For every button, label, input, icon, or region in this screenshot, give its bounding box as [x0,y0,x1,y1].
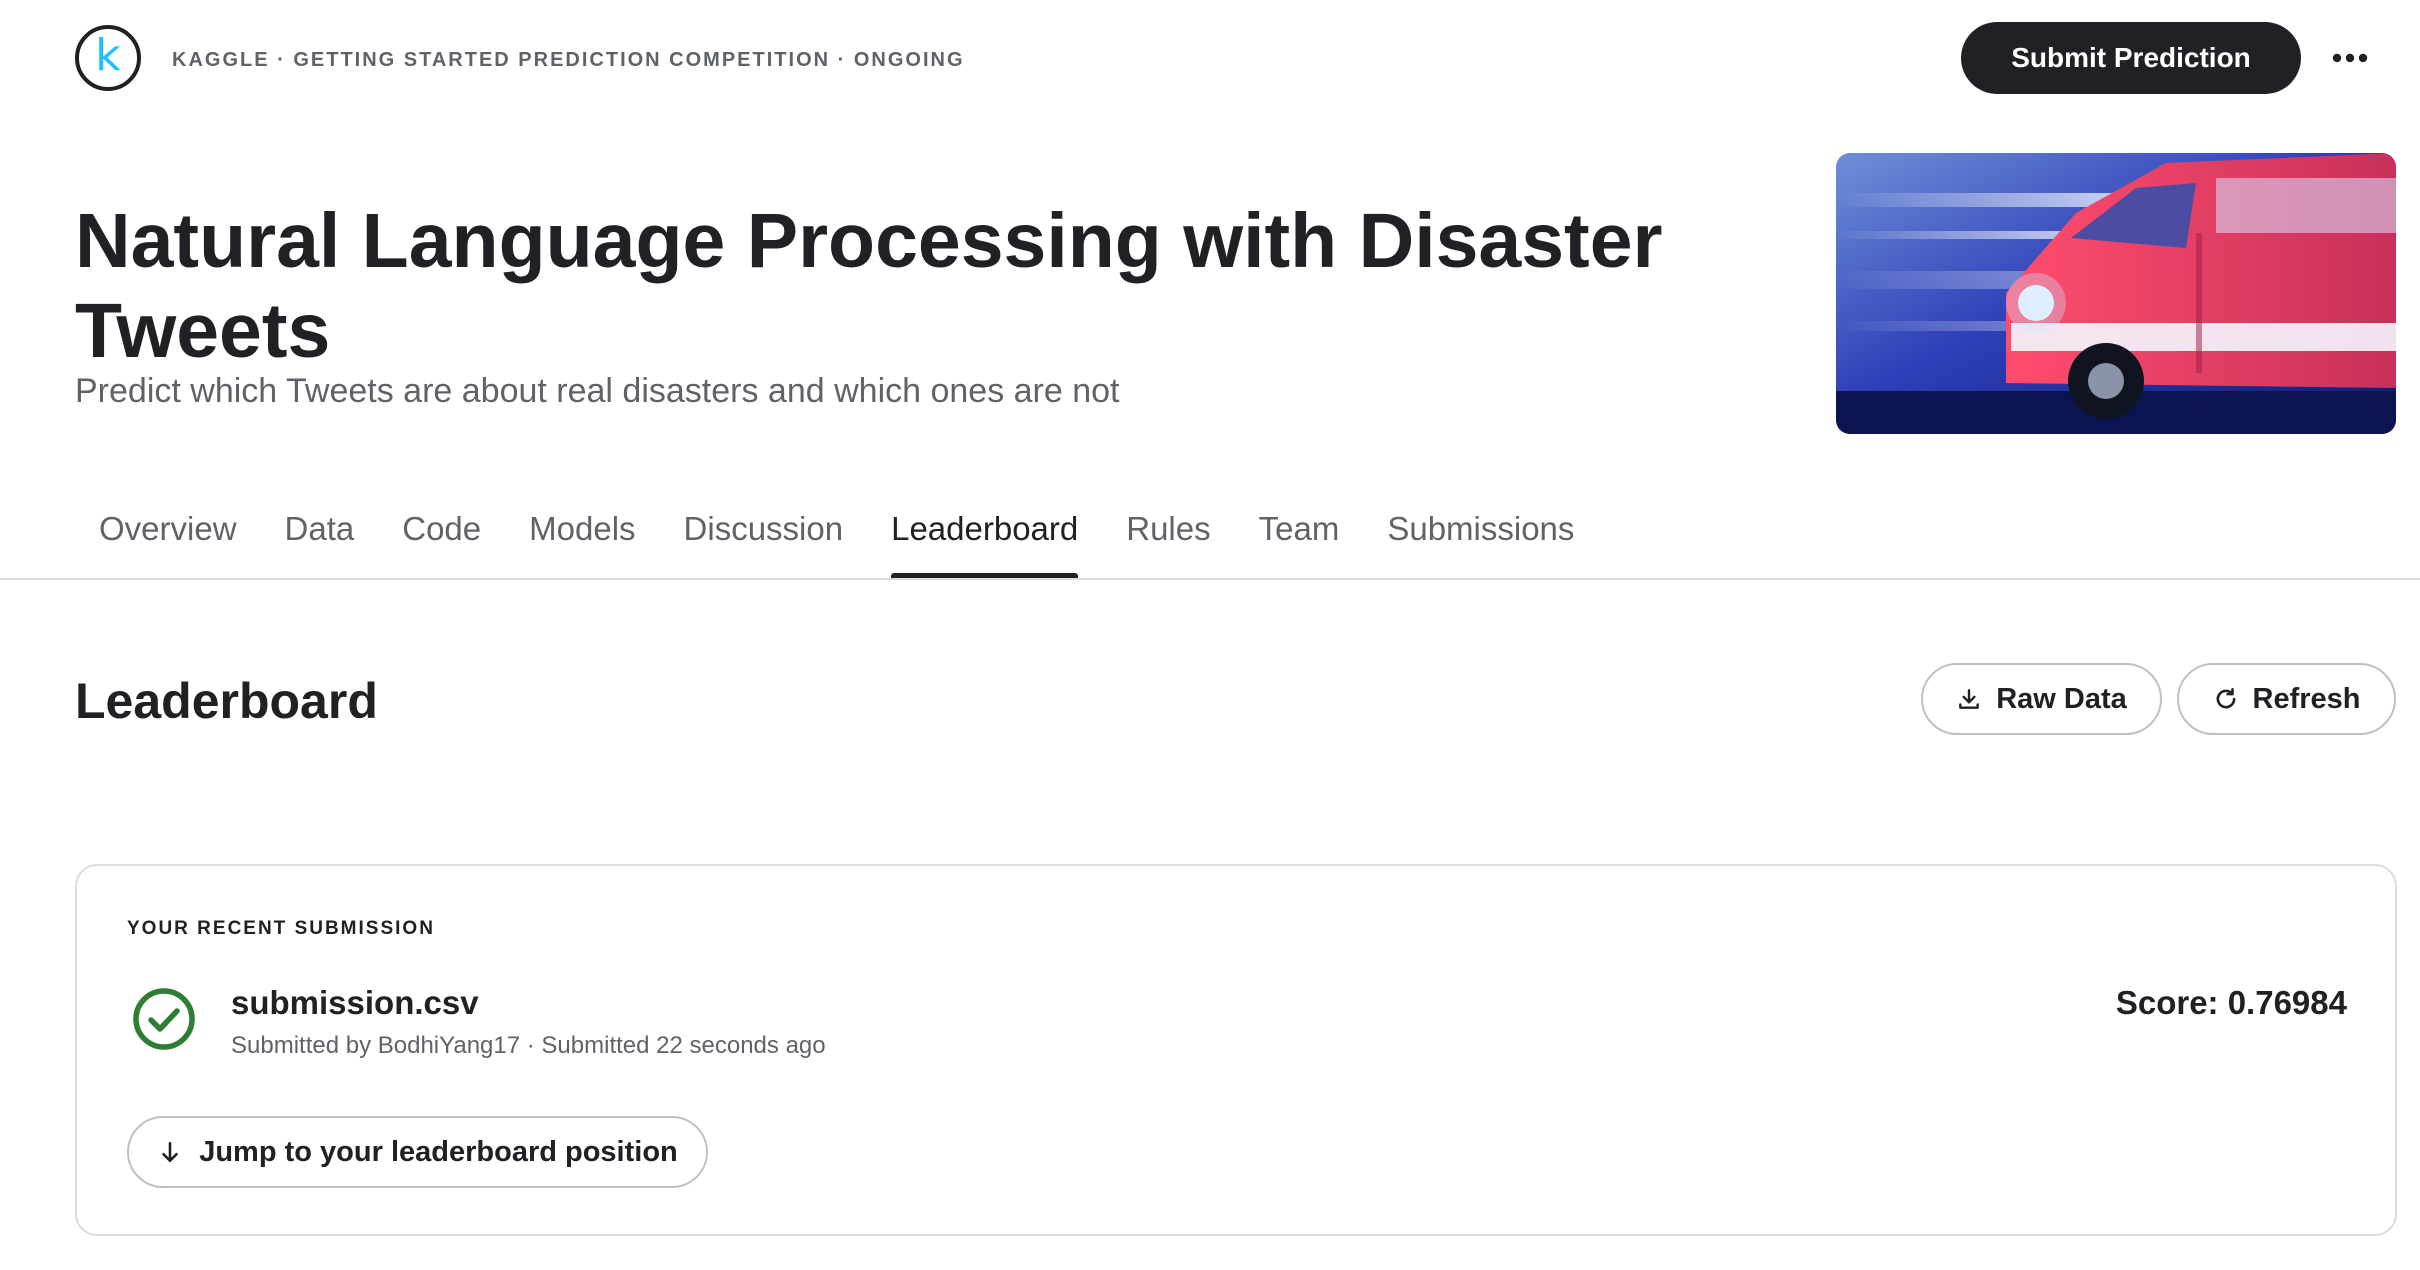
tab-submissions[interactable]: Submissions [1363,505,1598,579]
check-circle-icon [131,986,197,1052]
submission-meta: Submitted by BodhiYang17 · Submitted 22 … [231,1032,826,1059]
competition-page: k KAGGLE · GETTING STARTED PREDICTION CO… [0,0,2420,1270]
raw-data-button[interactable]: Raw Data [1921,663,2162,735]
jump-to-position-button[interactable]: Jump to your leaderboard position [127,1116,708,1188]
download-icon [1956,686,1982,712]
tab-leaderboard[interactable]: Leaderboard [867,505,1102,579]
tab-rules[interactable]: Rules [1102,505,1234,579]
more-horizontal-icon [2332,53,2368,63]
kaggle-logo[interactable]: k [75,25,141,91]
submission-file-name[interactable]: submission.csv [231,984,479,1022]
refresh-label: Refresh [2252,682,2361,715]
competition-header-image [1836,153,2396,434]
tab-data[interactable]: Data [261,505,379,579]
submit-prediction-button[interactable]: Submit Prediction [1961,22,2301,94]
refresh-button[interactable]: Refresh [2177,663,2396,735]
competition-tabs: Overview Data Code Models Discussion Lea… [75,505,1598,579]
tab-discussion[interactable]: Discussion [660,505,868,579]
competition-title: Natural Language Processing with Disaste… [75,198,1663,374]
tab-team[interactable]: Team [1235,505,1364,579]
arrow-down-icon [157,1139,183,1165]
leaderboard-heading: Leaderboard [75,673,378,729]
more-options-button[interactable] [2322,36,2378,80]
tabs-divider [0,578,2420,580]
tab-code[interactable]: Code [378,505,505,579]
raw-data-label: Raw Data [1996,682,2127,715]
tab-models[interactable]: Models [505,505,659,579]
breadcrumb: KAGGLE · GETTING STARTED PREDICTION COMP… [172,49,965,71]
kaggle-logo-letter: k [95,30,121,81]
submission-score: Score: 0.76984 [2115,984,2347,1021]
jump-label: Jump to your leaderboard position [199,1135,678,1168]
tab-overview[interactable]: Overview [75,505,261,579]
refresh-icon [2213,686,2239,712]
competition-subtitle: Predict which Tweets are about real disa… [75,372,1120,410]
recent-submission-card: YOUR RECENT SUBMISSION submission.csv Su… [75,864,2397,1236]
ambulance-image [1836,153,2396,434]
recent-submission-label: YOUR RECENT SUBMISSION [127,918,435,939]
